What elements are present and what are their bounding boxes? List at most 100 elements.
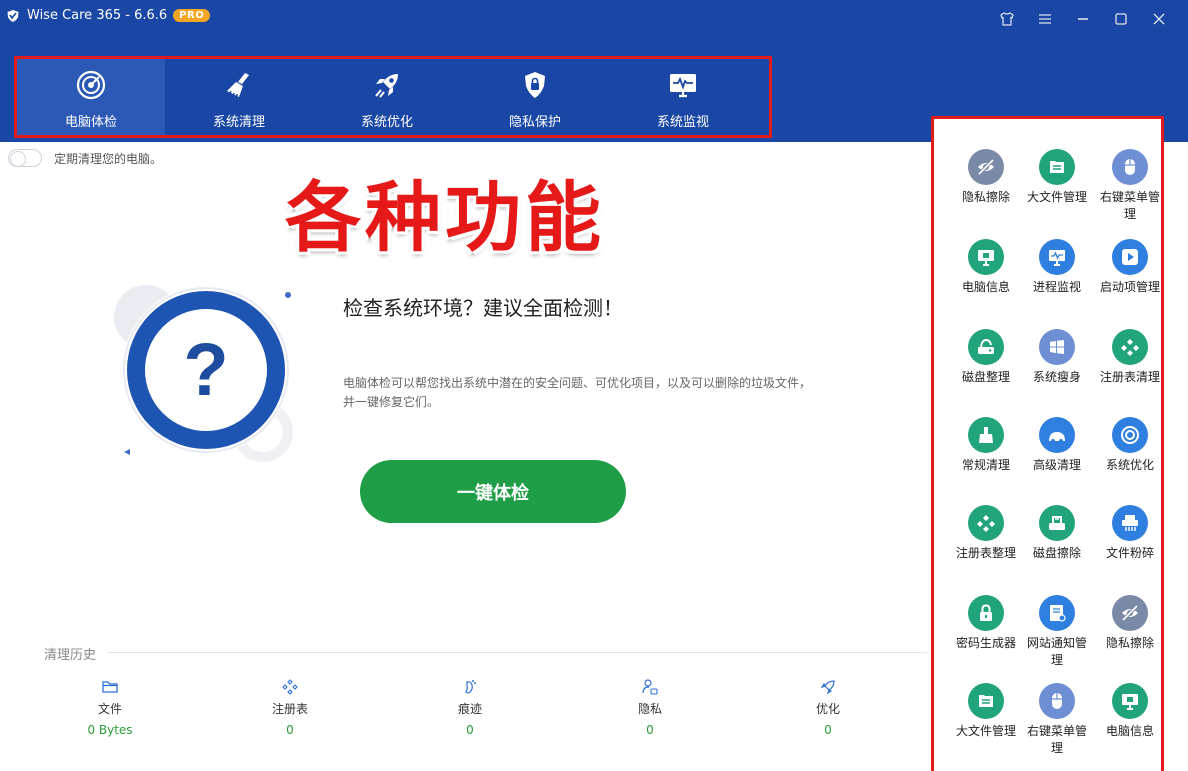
history-item-traces: 痕迹 0 [380, 678, 560, 737]
tool-label: 隐私擦除 [961, 190, 1010, 204]
tool-advanced-clean[interactable]: 高级清理 [1019, 417, 1095, 474]
tool-disk-defrag[interactable]: 磁盘整理 [948, 329, 1024, 386]
tool-context-menu-manager[interactable]: 右键菜单管理 [1092, 149, 1168, 223]
file-list-icon [1050, 161, 1064, 173]
broom-icon [227, 73, 249, 98]
tools-panel: 隐私擦除 大文件管理 右键菜单管理 电脑信息 进程监视 启动项管理 磁盘整理 系… [931, 116, 1164, 771]
tool-registry-clean[interactable]: 注册表清理 [1092, 329, 1168, 386]
tool-label: 磁盘整理 [961, 370, 1010, 384]
tab-pc-checkup[interactable]: 电脑体检 [17, 59, 165, 135]
tool-label: 高级清理 [1032, 458, 1081, 472]
auto-clean-label: 定期清理您的电脑。 [54, 151, 163, 166]
tool-system-optimize[interactable]: 系统优化 [1092, 417, 1168, 474]
tool-password-generator[interactable]: 密码生成器 [948, 595, 1024, 652]
maximize-icon[interactable] [1110, 8, 1132, 30]
file-list-icon [979, 695, 993, 707]
tool-privacy-erase[interactable]: 隐私擦除 [948, 149, 1024, 206]
tool-label: 右键菜单管理 [1026, 724, 1087, 755]
tool-label: 系统优化 [1105, 458, 1154, 472]
checkup-question-icon: ? [114, 285, 293, 462]
tab-system-clean[interactable]: 系统清理 [165, 59, 313, 135]
tool-registry-defrag[interactable]: 注册表整理 [948, 505, 1024, 562]
tool-label: 隐私擦除 [1105, 636, 1154, 650]
minimize-icon[interactable] [1072, 8, 1094, 30]
tab-label: 系统优化 [360, 115, 413, 130]
app-title-text: Wise Care 365 - 6.6.6 [27, 8, 168, 23]
overlay-caption: 各种功能 [285, 173, 605, 262]
history-item-value: 0 [824, 723, 832, 737]
history-item-label: 文件 [97, 702, 122, 716]
tab-system-optimize[interactable]: 系统优化 [313, 59, 461, 135]
tool-label: 电脑信息 [961, 280, 1010, 294]
tool-label: 进程监视 [1032, 280, 1081, 294]
tab-system-monitor[interactable]: 系统监视 [609, 59, 757, 135]
history-item-label: 注册表 [271, 702, 308, 716]
lock-icon [980, 604, 992, 621]
history-item-value: 0 Bytes [87, 723, 133, 737]
tool-large-file-manager[interactable]: 大文件管理 [1019, 149, 1095, 206]
history-item-label: 优化 [815, 702, 840, 716]
tool-label: 密码生成器 [955, 636, 1016, 650]
history-label: 清理历史 [44, 648, 97, 663]
tool-file-shredder[interactable]: 文件粉碎 [1092, 505, 1168, 562]
close-icon[interactable] [1148, 8, 1170, 30]
eye-off-icon [1121, 604, 1139, 622]
tab-label: 系统监视 [656, 115, 709, 130]
play-icon [1122, 249, 1138, 265]
radar-icon [76, 70, 106, 100]
tool-context-menu-manager-2[interactable]: 右键菜单管理 [1019, 683, 1095, 757]
tool-disk-erase[interactable]: 磁盘擦除 [1019, 505, 1095, 562]
mouse-icon [1052, 693, 1062, 709]
tool-label: 启动项管理 [1099, 280, 1160, 294]
tool-large-file-manager-2[interactable]: 大文件管理 [948, 683, 1024, 740]
registry-icon [977, 515, 995, 532]
menu-icon[interactable] [1034, 8, 1056, 30]
history-item-value: 0 [286, 723, 294, 737]
eye-off-icon [977, 158, 995, 176]
history-item-registry: 注册表 0 [200, 678, 380, 737]
skin-icon[interactable] [996, 8, 1018, 30]
tool-label: 系统瘦身 [1032, 370, 1081, 384]
history-item-files: 文件 0 Bytes [20, 678, 200, 737]
tool-web-notification-manager[interactable]: 网站通知管理 [1019, 595, 1095, 669]
monitor-pulse-icon [670, 74, 696, 98]
checkup-title: 检查系统环境？建议全面检测！ [343, 296, 623, 320]
user-lock-icon [642, 679, 658, 695]
tool-system-slim[interactable]: 系统瘦身 [1019, 329, 1095, 386]
folder-icon [102, 681, 118, 693]
brush-icon [979, 427, 993, 443]
tool-pc-info[interactable]: 电脑信息 [948, 239, 1024, 296]
svg-text:?: ? [183, 328, 228, 411]
pro-badge: PRO [173, 9, 211, 22]
rocket-icon [375, 74, 398, 98]
one-click-checkup-button[interactable]: 一键体检 [360, 460, 626, 523]
tool-label: 大文件管理 [955, 724, 1016, 738]
disk-icon [978, 338, 994, 354]
tool-label: 大文件管理 [1026, 190, 1087, 204]
tool-pc-info-2[interactable]: 电脑信息 [1092, 683, 1168, 740]
tool-regular-clean[interactable]: 常规清理 [948, 417, 1024, 474]
tool-process-monitor[interactable]: 进程监视 [1019, 239, 1095, 296]
registry-icon [282, 679, 298, 695]
tab-privacy-protect[interactable]: 隐私保护 [461, 59, 609, 135]
main-nav: 电脑体检 系统清理 系统优化 隐私保护 系统监视 [14, 56, 772, 138]
process-monitor-icon [1049, 250, 1065, 266]
notification-icon [1050, 605, 1066, 622]
history-stats: 文件 0 Bytes 注册表 0 痕迹 0 隐私 0 优化 0 [20, 678, 920, 748]
window-controls [996, 8, 1170, 30]
mouse-icon [1125, 159, 1135, 175]
tool-startup-manager[interactable]: 启动项管理 [1092, 239, 1168, 296]
gear-icon [1121, 426, 1139, 444]
history-item-label: 隐私 [637, 702, 662, 716]
history-item-value: 0 [466, 723, 474, 737]
shredder-icon [1122, 515, 1138, 531]
auto-clean-row: 定期清理您的电脑。 [8, 149, 162, 167]
auto-clean-toggle[interactable] [8, 149, 42, 167]
history-item-label: 痕迹 [457, 702, 482, 716]
tab-label: 系统清理 [212, 115, 265, 130]
vacuum-icon [1049, 432, 1065, 443]
tool-privacy-erase-2[interactable]: 隐私擦除 [1092, 595, 1168, 652]
history-item-value: 0 [646, 723, 654, 737]
tool-label: 常规清理 [961, 458, 1010, 472]
checkup-description: 电脑体检可以帮您找出系统中潜在的安全问题、可优化项目，以及可以删除的垃圾文件，并… [343, 376, 812, 409]
